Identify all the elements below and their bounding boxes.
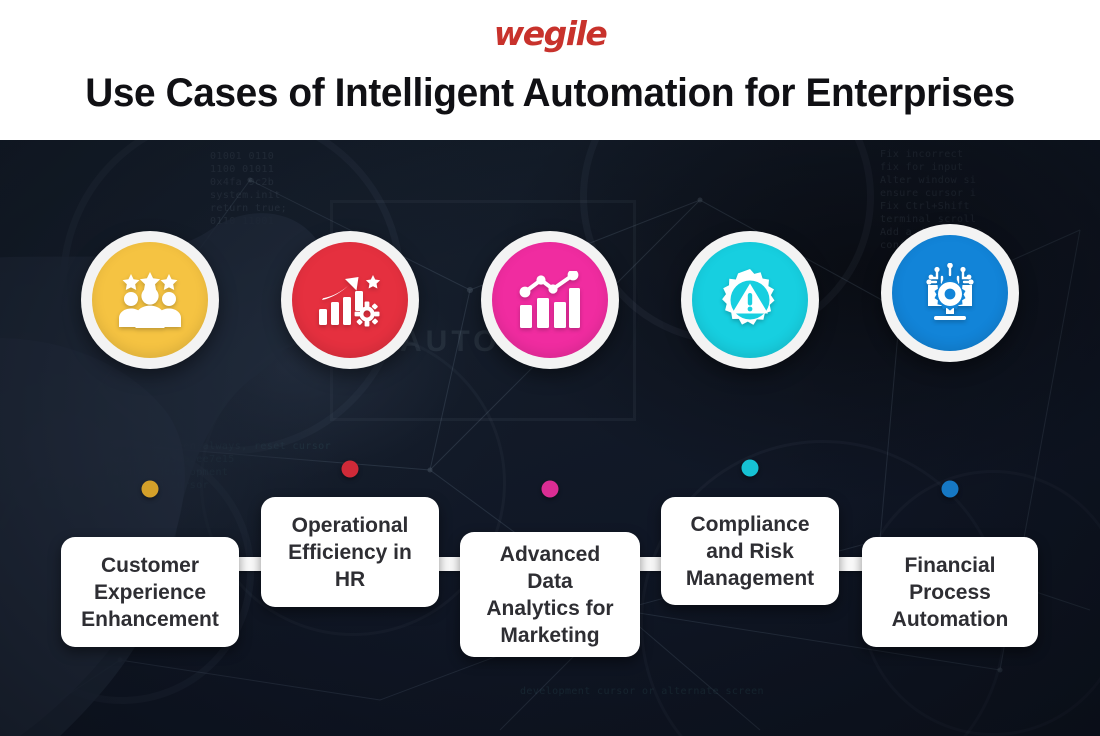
page-title: Use Cases of Intelligent Automation for … — [85, 71, 1015, 115]
wegile-logo: wegile — [493, 14, 608, 53]
header-bar: wegile Use Cases of Intelligent Automati… — [0, 0, 1100, 140]
label-card-customer-experience[interactable]: Customer Experience Enhancement — [61, 537, 239, 647]
infographic-stage: AUTO 01001 0110 1100 01011 0x4fa 9c2b sy… — [0, 140, 1100, 736]
infographic-page: wegile Use Cases of Intelligent Automati… — [0, 0, 1100, 736]
timeline-subdot-financial-process — [941, 480, 959, 498]
timeline-subdot-operational-efficiency — [341, 460, 359, 478]
node-circle-advanced-data-analytics[interactable] — [481, 231, 619, 369]
timeline-subdot-compliance-risk — [741, 459, 759, 477]
node-circle-customer-experience[interactable] — [81, 231, 219, 369]
timeline-subdot-customer-experience — [141, 480, 159, 498]
people-stars-icon — [119, 272, 181, 328]
gear-warning-icon — [722, 269, 775, 325]
label-card-compliance-risk[interactable]: Compliance and Risk Management — [661, 497, 839, 605]
label-card-operational-efficiency[interactable]: Operational Efficiency in HR — [261, 497, 439, 607]
growth-chart-gear-icon — [319, 275, 381, 327]
timeline-subdot-advanced-data-analytics — [541, 480, 559, 498]
analytics-bars-line-icon — [519, 271, 580, 328]
node-circle-operational-efficiency[interactable] — [281, 231, 419, 369]
monitor-gear-circuit-icon — [926, 263, 974, 320]
label-card-advanced-data-analytics[interactable]: Advanced Data Analytics for Marketing — [460, 532, 640, 657]
node-circle-financial-process[interactable] — [881, 224, 1019, 362]
node-circle-compliance-risk[interactable] — [681, 231, 819, 369]
label-card-financial-process[interactable]: Financial Process Automation — [862, 537, 1038, 647]
